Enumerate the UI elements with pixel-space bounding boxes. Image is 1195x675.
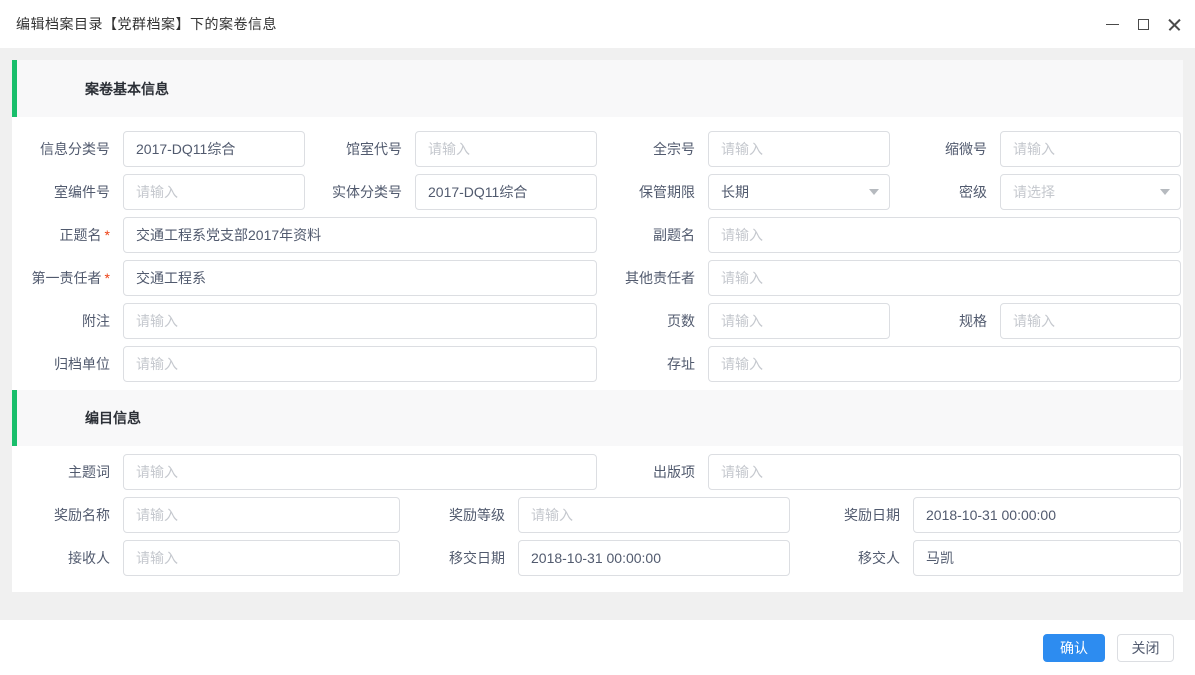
- fonds-no-label: 全宗号: [597, 131, 708, 167]
- dialog-title: 编辑档案目录【党群档案】下的案卷信息: [16, 14, 277, 34]
- retention-period-label: 保管期限: [597, 174, 708, 210]
- transfer-date-input[interactable]: [518, 540, 790, 576]
- form-row: 第一责任者* 其他责任者: [12, 260, 1183, 296]
- award-date-label: 奖励日期: [790, 497, 913, 533]
- form-row: 接收人 移交日期 移交人: [12, 540, 1183, 576]
- storage-address-input[interactable]: [708, 346, 1181, 382]
- dialog-footer: 确认 关闭: [0, 620, 1195, 675]
- maximize-icon: [1138, 19, 1149, 30]
- publication-label: 出版项: [597, 454, 708, 490]
- notes-label: 附注: [12, 303, 123, 339]
- room-item-no-label: 室编件号: [12, 174, 123, 210]
- section-header-catalog-info: 编目信息: [12, 390, 1183, 446]
- retention-period-value: 长期: [721, 182, 749, 202]
- other-responsible-label: 其他责任者: [597, 260, 708, 296]
- pages-input[interactable]: [708, 303, 890, 339]
- subtitle-label: 副题名: [597, 217, 708, 253]
- section-title: 案卷基本信息: [85, 79, 169, 99]
- award-level-label: 奖励等级: [400, 497, 518, 533]
- notes-input[interactable]: [123, 303, 597, 339]
- section-title: 编目信息: [85, 408, 141, 428]
- microfilm-no-label: 缩微号: [890, 131, 1000, 167]
- catalog-info-rows: 主题词 出版项 奖励名称 奖励等级 奖励日期 接收人 移交日期 移交人: [12, 446, 1183, 576]
- form-row: 附注 页数 规格: [12, 303, 1183, 339]
- minimize-button[interactable]: [1105, 17, 1119, 31]
- receiver-label: 接收人: [12, 540, 123, 576]
- main-title-label: 正题名*: [12, 217, 123, 253]
- fonds-no-input[interactable]: [708, 131, 890, 167]
- minimize-icon: [1106, 24, 1119, 25]
- archive-unit-label: 归档单位: [12, 346, 123, 382]
- basic-info-rows: 信息分类号 馆室代号 全宗号 缩微号 室编件号 实体分类号 保管期限 长期: [12, 117, 1183, 382]
- maximize-button[interactable]: [1136, 17, 1150, 31]
- required-asterisk: *: [105, 270, 110, 286]
- section-header-basic-info: 案卷基本信息: [12, 60, 1183, 117]
- award-date-input[interactable]: [913, 497, 1181, 533]
- pages-label: 页数: [597, 303, 708, 339]
- subtitle-input[interactable]: [708, 217, 1181, 253]
- form-row: 归档单位 存址: [12, 346, 1183, 382]
- form-row: 信息分类号 馆室代号 全宗号 缩微号: [12, 131, 1183, 167]
- spec-label: 规格: [890, 303, 1000, 339]
- keywords-label: 主题词: [12, 454, 123, 490]
- chevron-down-icon: [1160, 189, 1170, 195]
- dialog-body: 案卷基本信息 信息分类号 馆室代号 全宗号 缩微号 室编件号 实体分类号 保管期…: [0, 48, 1195, 620]
- transfer-person-label: 移交人: [790, 540, 913, 576]
- storage-address-label: 存址: [597, 346, 708, 382]
- form-row: 正题名* 副题名: [12, 217, 1183, 253]
- award-level-input[interactable]: [518, 497, 790, 533]
- microfilm-no-input[interactable]: [1000, 131, 1181, 167]
- close-window-button[interactable]: [1167, 17, 1181, 31]
- close-button[interactable]: 关闭: [1117, 634, 1174, 662]
- publication-input[interactable]: [708, 454, 1181, 490]
- receiver-input[interactable]: [123, 540, 400, 576]
- award-name-label: 奖励名称: [12, 497, 123, 533]
- info-class-no-input[interactable]: [123, 131, 305, 167]
- room-code-label: 馆室代号: [305, 131, 415, 167]
- secret-level-select[interactable]: 请选择: [1000, 174, 1181, 210]
- form-panel: 案卷基本信息 信息分类号 馆室代号 全宗号 缩微号 室编件号 实体分类号 保管期…: [12, 60, 1183, 592]
- form-row: 奖励名称 奖励等级 奖励日期: [12, 497, 1183, 533]
- main-title-input[interactable]: [123, 217, 597, 253]
- keywords-input[interactable]: [123, 454, 597, 490]
- chevron-down-icon: [869, 189, 879, 195]
- transfer-date-label: 移交日期: [400, 540, 518, 576]
- entity-class-no-label: 实体分类号: [305, 174, 415, 210]
- confirm-button[interactable]: 确认: [1043, 634, 1105, 662]
- close-icon: [1168, 18, 1181, 31]
- award-name-input[interactable]: [123, 497, 400, 533]
- dialog-titlebar: 编辑档案目录【党群档案】下的案卷信息: [0, 0, 1195, 48]
- spec-input[interactable]: [1000, 303, 1181, 339]
- secret-level-placeholder: 请选择: [1013, 182, 1055, 202]
- archive-unit-input[interactable]: [123, 346, 597, 382]
- retention-period-select[interactable]: 长期: [708, 174, 890, 210]
- first-responsible-label: 第一责任者*: [12, 260, 123, 296]
- first-responsible-input[interactable]: [123, 260, 597, 296]
- room-code-input[interactable]: [415, 131, 597, 167]
- form-row: 主题词 出版项: [12, 454, 1183, 490]
- window-controls: [1105, 17, 1181, 31]
- required-asterisk: *: [105, 227, 110, 243]
- secret-level-label: 密级: [890, 174, 1000, 210]
- info-class-no-label: 信息分类号: [12, 131, 123, 167]
- room-item-no-input[interactable]: [123, 174, 305, 210]
- other-responsible-input[interactable]: [708, 260, 1181, 296]
- entity-class-no-input[interactable]: [415, 174, 597, 210]
- transfer-person-input[interactable]: [913, 540, 1181, 576]
- form-row: 室编件号 实体分类号 保管期限 长期 密级 请选择: [12, 174, 1183, 210]
